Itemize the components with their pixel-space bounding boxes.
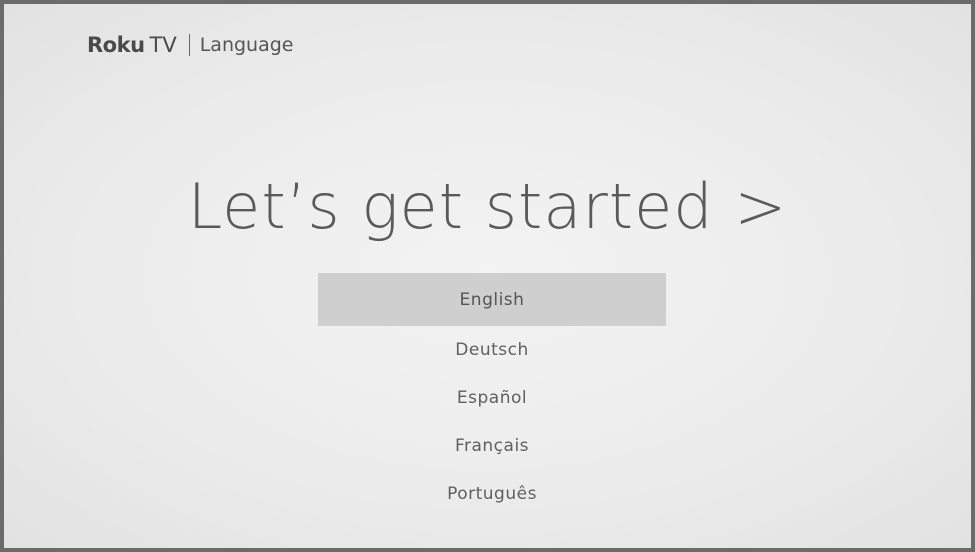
logo-tv-text: TV xyxy=(149,33,177,57)
header: Roku TV Language xyxy=(87,30,294,60)
section-title: Language xyxy=(199,34,294,56)
language-option-espanol[interactable]: Español xyxy=(318,374,666,422)
language-option-english[interactable]: English xyxy=(318,273,666,326)
logo-roku-text: Roku xyxy=(87,33,145,57)
page-heading: Let’s get started > xyxy=(187,170,788,243)
roku-tv-logo: Roku TV xyxy=(87,33,177,57)
screen-frame: Roku TV Language Let’s get started > Eng… xyxy=(0,0,975,552)
language-option-portugues[interactable]: Português xyxy=(318,470,666,518)
language-option-francais[interactable]: Français xyxy=(318,422,666,470)
language-list: English Deutsch Español Français Portugu… xyxy=(318,273,666,518)
language-option-deutsch[interactable]: Deutsch xyxy=(318,326,666,374)
header-divider xyxy=(188,34,190,56)
